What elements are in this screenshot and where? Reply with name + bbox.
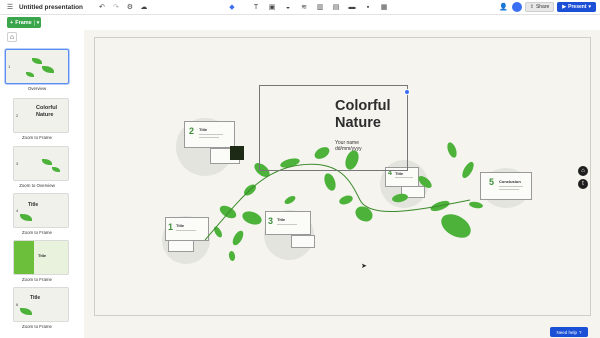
leaf-shape bbox=[242, 211, 262, 225]
help-label: Need help bbox=[556, 329, 577, 335]
leaf-shape bbox=[355, 206, 373, 222]
leaf-shape bbox=[462, 161, 474, 179]
topic-icon[interactable]: t bbox=[578, 179, 588, 189]
leaf-shape bbox=[232, 230, 244, 246]
question-icon: ? bbox=[579, 329, 582, 335]
leaf-shape bbox=[469, 201, 483, 209]
leaf-shape bbox=[418, 176, 432, 188]
leaf-shape bbox=[228, 251, 236, 261]
need-help-button[interactable]: Need help ? bbox=[550, 327, 588, 337]
frame-edit-handle[interactable] bbox=[404, 89, 410, 95]
main-title-line2: Nature bbox=[335, 115, 381, 131]
leaf-shape bbox=[447, 142, 457, 158]
leaf-shape bbox=[339, 195, 353, 205]
main-title[interactable]: Colorful Nature bbox=[335, 98, 391, 132]
leaf-shape bbox=[284, 196, 296, 204]
mouse-cursor-icon: ➤ bbox=[361, 263, 367, 270]
date-line: dd/mm/yyyy bbox=[335, 146, 362, 152]
leaf-shape bbox=[441, 214, 471, 238]
leaf-shape bbox=[214, 226, 222, 238]
subtitle[interactable]: Your name dd/mm/yyyy bbox=[335, 140, 362, 152]
vine-stem bbox=[204, 163, 471, 241]
main-title-line1: Colorful bbox=[335, 98, 391, 114]
leaf-shape bbox=[392, 193, 408, 203]
leaf-shape bbox=[324, 173, 336, 191]
home-view-icon[interactable]: ⌂ bbox=[578, 166, 588, 176]
